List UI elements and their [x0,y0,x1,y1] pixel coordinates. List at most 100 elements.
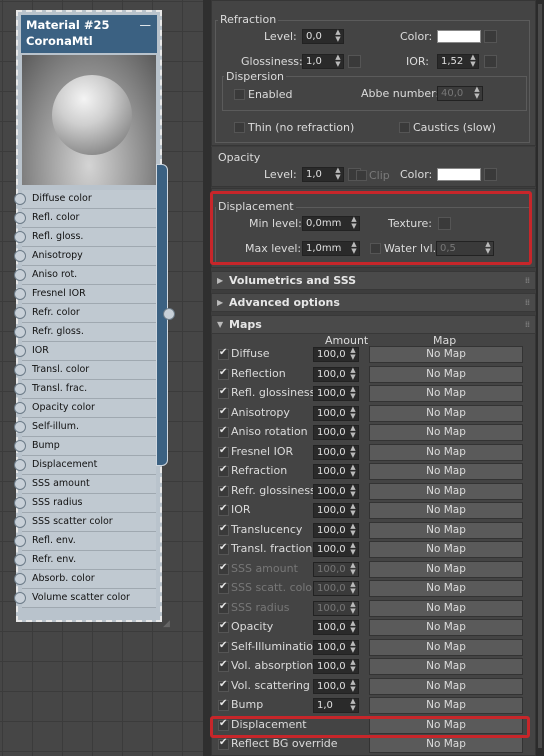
input-socket[interactable] [14,288,26,300]
map-enable-checkbox[interactable] [218,523,229,536]
rollout-volumetrics[interactable]: ▶ Volumetrics and SSS ⁞⁞ [211,271,536,290]
map-amount-spinner[interactable]: 100,0 ▲ ▼ [313,366,359,382]
input-socket[interactable] [14,440,26,452]
map-slot-button[interactable]: No Map [369,638,523,656]
input-socket[interactable] [14,478,26,490]
map-enable-checkbox[interactable] [218,347,229,360]
ior-map-button[interactable] [484,55,497,68]
map-slot-button[interactable]: No Map [369,424,523,441]
map-amount-spinner[interactable]: 100,0 ▲ ▼ [313,561,359,577]
map-amount-spinner[interactable]: 100,0 ▲ ▼ [313,659,359,674]
map-slot-button[interactable]: No Map [369,736,523,753]
input-socket[interactable] [14,250,26,262]
caustics-checkbox[interactable] [399,122,410,133]
input-slot[interactable]: Refr. env. [14,551,156,570]
clip-checkbox[interactable] [356,170,367,181]
refraction-color-map-button[interactable] [484,30,497,43]
rollout-maps[interactable]: ▼ Maps ⁞⁞ [211,315,536,334]
map-enable-checkbox[interactable] [218,425,229,438]
map-amount-spinner[interactable]: 100,0 ▲ ▼ [313,503,359,518]
map-enable-checkbox[interactable] [218,406,229,419]
input-slot[interactable]: Diffuse color [14,190,156,209]
map-enable-checkbox[interactable] [218,542,229,555]
map-slot-button[interactable]: No Map [369,365,523,383]
map-amount-spinner[interactable]: 100,0 ▲ ▼ [313,464,359,479]
input-slot[interactable]: Self-illum. [14,418,156,437]
map-enable-checkbox[interactable] [218,445,229,458]
map-enable-checkbox[interactable] [218,484,229,497]
input-socket[interactable] [14,212,26,224]
texture-map-button[interactable] [438,217,451,230]
input-socket[interactable] [14,497,26,509]
map-enable-checkbox[interactable] [218,659,229,672]
input-socket[interactable] [14,326,26,338]
map-slot-button[interactable]: No Map [369,580,523,597]
input-socket[interactable] [14,573,26,585]
input-socket[interactable] [14,269,26,281]
map-enable-checkbox[interactable] [218,640,229,653]
input-slot[interactable]: Displacement [14,456,156,475]
scrollbar-thumb[interactable] [538,4,542,748]
input-socket[interactable] [14,535,26,547]
map-amount-spinner[interactable]: 100,0 ▲ ▼ [313,581,359,596]
map-amount-spinner[interactable]: 100,0 ▲ ▼ [313,444,359,460]
map-enable-checkbox[interactable] [218,562,229,575]
input-slot[interactable]: Refl. env. [14,532,156,551]
input-slot[interactable]: Volume scatter color [14,589,156,608]
map-enable-checkbox[interactable] [218,503,229,516]
input-socket[interactable] [14,402,26,414]
output-socket[interactable] [163,308,175,320]
map-enable-checkbox[interactable] [218,386,229,399]
map-slot-button[interactable]: No Map [369,443,523,461]
input-slot[interactable]: SSS radius [14,494,156,513]
map-slot-button[interactable]: No Map [369,521,523,539]
map-amount-spinner[interactable]: 100,0 ▲ ▼ [313,386,359,401]
opacity-color-swatch[interactable] [437,168,481,181]
input-slot[interactable]: Refr. color [14,304,156,323]
map-slot-button[interactable]: No Map [369,482,523,500]
water-level-checkbox[interactable] [370,243,381,254]
map-enable-checkbox[interactable] [218,737,229,750]
input-slot[interactable]: Aniso rot. [14,266,156,285]
input-slot[interactable]: SSS scatter color [14,513,156,532]
opacity-level-spinner[interactable]: 1,0 ▲ ▼ [302,167,344,182]
input-socket[interactable] [14,193,26,205]
minimize-icon[interactable]: — [140,17,152,33]
water-level-spinner[interactable]: 0,5 ▲ ▼ [436,241,494,256]
map-amount-spinner[interactable]: 100,0 ▲ ▼ [313,405,359,421]
input-socket[interactable] [14,421,26,433]
map-slot-button[interactable]: No Map [369,541,523,558]
map-amount-spinner[interactable]: 100,0 ▲ ▼ [313,522,359,538]
input-socket[interactable] [14,345,26,357]
material-node[interactable]: Material #25 CoronaMtl — Diffuse color Re… [14,10,170,629]
dispersion-enabled-checkbox[interactable] [234,89,245,100]
map-slot-button[interactable]: No Map [369,697,523,714]
input-socket[interactable] [14,516,26,528]
map-enable-checkbox[interactable] [218,698,229,711]
map-enable-checkbox[interactable] [218,601,229,614]
refraction-level-spinner[interactable]: 0,0 ▲ ▼ [302,29,344,44]
input-slot[interactable]: IOR [14,342,156,361]
thin-checkbox[interactable] [234,122,245,133]
map-amount-spinner[interactable]: 100,0 ▲ ▼ [313,347,359,362]
map-enable-checkbox[interactable] [218,679,229,692]
glossiness-map-button[interactable] [348,55,361,68]
map-slot-button[interactable]: No Map [369,599,523,617]
max-level-spinner[interactable]: 1,0mm ▲ ▼ [302,241,360,256]
map-amount-spinner[interactable]: 100,0 ▲ ▼ [313,542,359,557]
map-slot-button[interactable]: No Map [369,560,523,578]
map-slot-button[interactable]: No Map [369,677,523,695]
input-slot[interactable]: Absorb. color [14,570,156,589]
map-slot-button[interactable]: No Map [369,658,523,675]
input-socket[interactable] [14,231,26,243]
input-slot[interactable]: Refr. gloss. [14,323,156,342]
map-amount-spinner[interactable]: 100,0 ▲ ▼ [313,620,359,635]
map-enable-checkbox[interactable] [218,581,229,594]
map-enable-checkbox[interactable] [218,718,229,731]
map-amount-spinner[interactable]: 100,0 ▲ ▼ [313,425,359,440]
input-slot[interactable]: Refl. gloss. [14,228,156,247]
input-slot[interactable]: Bump [14,437,156,456]
map-slot-button[interactable]: No Map [369,502,523,519]
input-socket[interactable] [14,554,26,566]
map-enable-checkbox[interactable] [218,620,229,633]
